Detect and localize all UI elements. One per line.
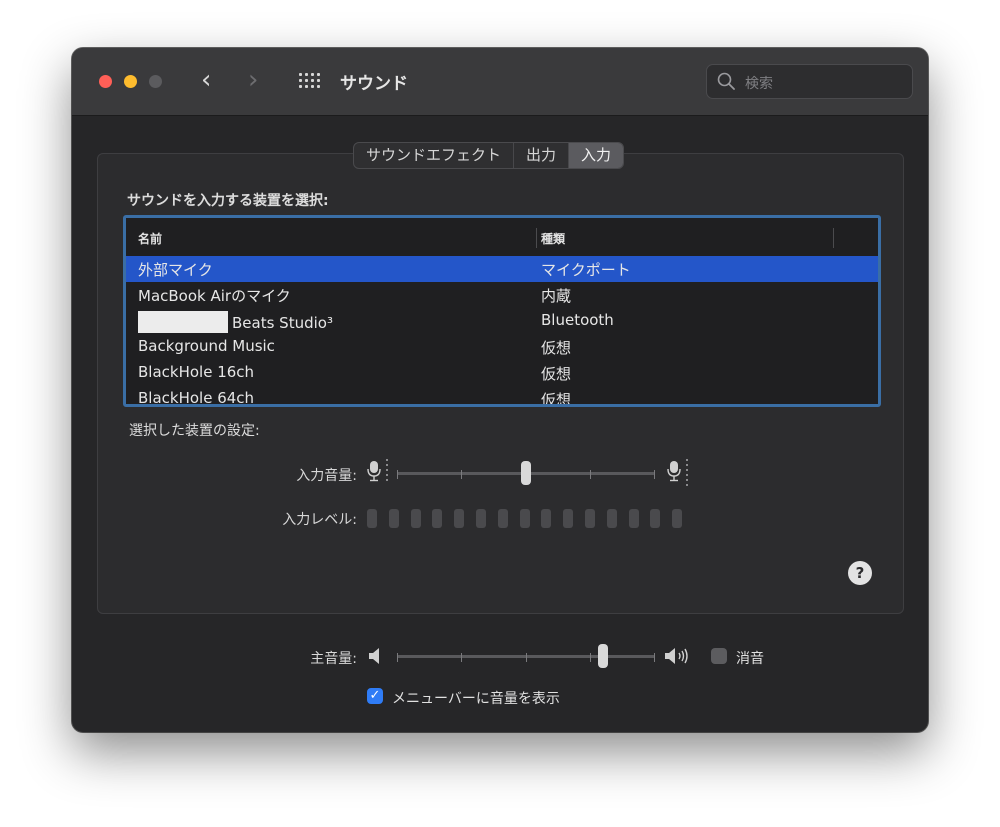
- mute-label: 消音: [736, 651, 764, 667]
- sound-preferences-window: ‹ › サウンド 検索 サウンドエフェクト 出力 入力 サウンドを入力する装置を…: [72, 48, 928, 732]
- column-divider[interactable]: [833, 228, 834, 248]
- device-type: 仮想: [541, 339, 572, 357]
- show-volume-in-menubar-label: メニューバーに音量を表示: [392, 691, 560, 707]
- tab-bar: サウンドエフェクト 出力 入力: [353, 142, 625, 169]
- level-meter-segment: [367, 509, 377, 528]
- device-name: BlackHole 16ch: [138, 363, 255, 381]
- slider-tick: [461, 653, 462, 662]
- device-name: Beats Studio³: [232, 314, 333, 332]
- redacted-box: [138, 311, 228, 333]
- table-row[interactable]: BlackHole 16ch 仮想: [126, 360, 878, 386]
- level-meter-segment: [432, 509, 443, 528]
- level-meter-segment: [388, 509, 399, 528]
- show-all-grid-icon[interactable]: [299, 73, 321, 91]
- device-name: Background Music: [138, 337, 275, 355]
- level-meter-segment: [585, 509, 595, 528]
- mute-checkbox[interactable]: [711, 648, 727, 664]
- level-meter-segment: [563, 509, 574, 528]
- slider-tick: [526, 653, 527, 662]
- slider-tick: [397, 653, 398, 662]
- speaker-high-icon: [665, 648, 688, 664]
- back-chevron-icon[interactable]: ‹: [201, 65, 211, 95]
- level-meter-segment: [497, 509, 508, 528]
- show-volume-in-menubar-checkbox[interactable]: ✓: [367, 688, 383, 704]
- level-dots-icon: [386, 459, 388, 481]
- level-meter-segment: [454, 509, 465, 528]
- input-device-table[interactable]: 名前 種類 外部マイク マイクポート MacBook Airのマイク 内蔵 Be…: [123, 215, 881, 407]
- tab-sound-effects[interactable]: サウンドエフェクト: [354, 143, 515, 168]
- device-type: Bluetooth: [541, 311, 614, 329]
- search-field[interactable]: 検索: [706, 64, 913, 99]
- level-meter-segment: [650, 509, 661, 528]
- close-button[interactable]: [99, 75, 112, 88]
- search-placeholder: 検索: [745, 76, 773, 92]
- tab-output[interactable]: 出力: [514, 143, 570, 168]
- device-name-cell: Beats Studio³: [138, 311, 333, 333]
- level-dots-icon: [686, 459, 688, 486]
- device-type: マイクポート: [541, 261, 631, 279]
- slider-tick: [654, 470, 655, 479]
- main-volume-slider[interactable]: [397, 644, 655, 670]
- slider-tick: [654, 653, 655, 662]
- table-header: 名前 種類: [126, 218, 878, 257]
- microphone-low-icon: [367, 461, 381, 482]
- column-header-name[interactable]: 名前: [138, 230, 162, 247]
- zoom-button[interactable]: [149, 75, 162, 88]
- tab-input[interactable]: 入力: [569, 143, 624, 168]
- device-settings-heading: 選択した装置の設定:: [129, 423, 260, 439]
- column-divider[interactable]: [536, 228, 537, 248]
- window-title: サウンド: [340, 74, 408, 94]
- slider-knob[interactable]: [598, 644, 609, 668]
- level-meter-segment: [476, 509, 486, 528]
- minimize-button[interactable]: [124, 75, 137, 88]
- checkmark-icon: ✓: [369, 688, 381, 703]
- microphone-high-icon: [667, 461, 681, 482]
- input-level-label: 入力レベル:: [282, 512, 357, 528]
- device-type: 内蔵: [541, 287, 572, 305]
- column-header-type[interactable]: 種類: [541, 230, 565, 247]
- device-name: 外部マイク: [138, 261, 213, 279]
- level-meter-segment: [628, 509, 639, 528]
- help-button[interactable]: ?: [848, 561, 872, 585]
- titlebar: ‹ › サウンド 検索: [72, 48, 928, 116]
- input-volume-slider[interactable]: [397, 461, 655, 487]
- slider-tick: [590, 470, 591, 479]
- level-meter-segment: [410, 509, 421, 528]
- slider-tick: [461, 470, 462, 479]
- input-level-meter: [367, 509, 687, 528]
- table-row[interactable]: MacBook Airのマイク 内蔵: [126, 282, 878, 308]
- search-icon: [717, 72, 735, 90]
- slider-tick: [397, 470, 398, 479]
- device-type: 仮想: [541, 365, 572, 383]
- table-row[interactable]: Beats Studio³ Bluetooth: [126, 308, 878, 334]
- table-row[interactable]: BlackHole 64ch 仮想: [126, 386, 878, 407]
- level-meter-segment: [606, 509, 617, 528]
- device-name: MacBook Airのマイク: [138, 287, 291, 305]
- device-name: BlackHole 64ch: [138, 389, 255, 407]
- slider-tick: [590, 653, 591, 662]
- level-meter-segment: [541, 509, 552, 528]
- level-meter-segment: [519, 509, 530, 528]
- main-volume-label: 主音量:: [310, 651, 357, 667]
- level-meter-segment: [672, 509, 683, 528]
- speaker-low-icon: [369, 648, 379, 664]
- devices-heading: サウンドを入力する装置を選択:: [127, 193, 329, 209]
- device-type: 仮想: [541, 391, 572, 407]
- forward-chevron-icon[interactable]: ›: [248, 65, 258, 95]
- table-row[interactable]: Background Music 仮想: [126, 334, 878, 360]
- table-row[interactable]: 外部マイク マイクポート: [126, 256, 878, 282]
- input-volume-label: 入力音量:: [296, 468, 357, 484]
- slider-knob[interactable]: [521, 461, 531, 485]
